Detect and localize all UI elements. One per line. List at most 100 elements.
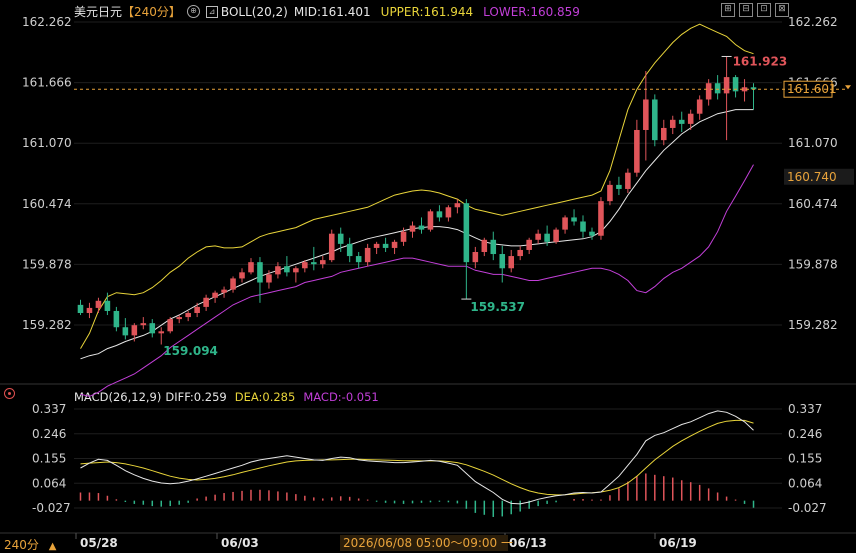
candle-75 xyxy=(750,83,757,110)
candle-39 xyxy=(427,209,434,232)
candle-body xyxy=(212,292,218,298)
macd-tick-right-3: 0.064 xyxy=(788,476,822,490)
candle-16 xyxy=(221,286,227,298)
candle-59 xyxy=(607,180,613,206)
candle-0 xyxy=(77,299,84,316)
candle-body xyxy=(723,77,730,94)
candle-body xyxy=(239,272,245,279)
candle-body xyxy=(364,247,371,263)
candle-body xyxy=(113,310,120,328)
candle-55 xyxy=(571,209,577,226)
candle-body xyxy=(293,268,299,273)
candle-32 xyxy=(364,243,371,267)
candle-body xyxy=(445,207,452,218)
candle-71 xyxy=(714,75,721,100)
candle-body xyxy=(319,260,326,265)
candle-30 xyxy=(346,237,353,263)
candle-body xyxy=(167,319,174,332)
bollinger-bands xyxy=(80,23,754,397)
price-chart[interactable]: 162.262162.262161.666161.666161.070161.0… xyxy=(0,0,856,553)
macd-tick-left-1: 0.246 xyxy=(32,427,66,441)
candle-65 xyxy=(660,119,667,146)
candle-body xyxy=(275,266,281,275)
candle-body xyxy=(472,251,479,263)
macd-panel xyxy=(79,410,755,517)
candle-body xyxy=(454,203,461,208)
candle-2 xyxy=(95,297,102,314)
candle-body xyxy=(418,225,425,230)
candle-body xyxy=(553,229,559,242)
price-tick-right-0: 162.262 xyxy=(788,15,838,29)
candle-body xyxy=(284,266,290,273)
price-tick-left-3: 160.474 xyxy=(22,197,72,211)
macd-tick-right-2: 0.155 xyxy=(788,452,822,466)
candle-42 xyxy=(454,199,461,214)
candle-body xyxy=(436,211,443,218)
candle-body xyxy=(499,254,506,269)
candle-body xyxy=(589,231,595,236)
candle-44 xyxy=(472,246,479,269)
candle-body xyxy=(311,262,317,265)
candle-body xyxy=(705,83,712,100)
candle-40 xyxy=(436,205,443,222)
candle-12 xyxy=(185,310,191,322)
candle-70 xyxy=(705,79,712,106)
candle-57 xyxy=(589,227,595,240)
grid-lines xyxy=(0,21,856,534)
candle-34 xyxy=(382,237,389,252)
candle-body xyxy=(158,331,165,334)
candle-50 xyxy=(526,237,532,255)
candle-8 xyxy=(149,319,156,338)
candle-body xyxy=(714,83,721,94)
high-annotation: 161.923 xyxy=(733,54,788,68)
candle-body xyxy=(660,127,667,141)
candle-body xyxy=(508,256,515,269)
candle-15 xyxy=(212,290,218,303)
low-annotation-left: 159.094 xyxy=(163,344,218,358)
candle-body xyxy=(77,304,84,314)
candle-body xyxy=(652,99,658,141)
macd-tick-left-3: 0.064 xyxy=(32,476,66,490)
price-tick-right-3: 160.474 xyxy=(788,197,838,211)
candle-body xyxy=(185,313,191,318)
macd-tick-left-0: 0.337 xyxy=(32,402,66,416)
candle-18 xyxy=(239,268,245,283)
candle-body xyxy=(643,99,649,130)
candle-body xyxy=(337,233,344,244)
candle-body xyxy=(221,289,227,293)
candle-body xyxy=(517,249,523,257)
candle-body xyxy=(427,211,434,230)
time-label-2: 06/13 xyxy=(509,536,547,550)
candle-66 xyxy=(669,115,676,135)
candle-body xyxy=(122,327,129,336)
candle-body xyxy=(382,243,389,248)
candle-54 xyxy=(562,215,568,234)
candle-body xyxy=(248,262,254,273)
candle-body xyxy=(678,119,685,124)
candle-19 xyxy=(248,258,254,275)
candle-body xyxy=(194,306,200,314)
candle-20 xyxy=(257,257,263,303)
current-price-marker-icon xyxy=(845,85,851,90)
candle-31 xyxy=(355,251,362,269)
time-label-0: 05/28 xyxy=(80,536,118,550)
candle-body xyxy=(104,300,111,311)
macd-tick-right-4: -0.027 xyxy=(788,501,827,515)
lower-band-tag-text: 160.740 xyxy=(787,170,837,184)
candle-body xyxy=(571,217,577,222)
boll-lower-line xyxy=(80,164,754,397)
candle-body xyxy=(355,256,362,263)
candle-body xyxy=(346,243,353,257)
candle-28 xyxy=(328,229,335,263)
candle-53 xyxy=(553,227,559,244)
candle-body xyxy=(616,184,622,189)
candle-56 xyxy=(580,215,586,238)
candle-5 xyxy=(122,318,129,340)
boll-upper-line xyxy=(80,23,754,349)
time-label-3: 06/19 xyxy=(659,536,697,550)
candle-48 xyxy=(508,249,515,273)
candle-46 xyxy=(490,231,497,261)
candle-body xyxy=(203,297,209,307)
price-tick-left-0: 162.262 xyxy=(22,15,72,29)
candle-body xyxy=(95,300,102,308)
